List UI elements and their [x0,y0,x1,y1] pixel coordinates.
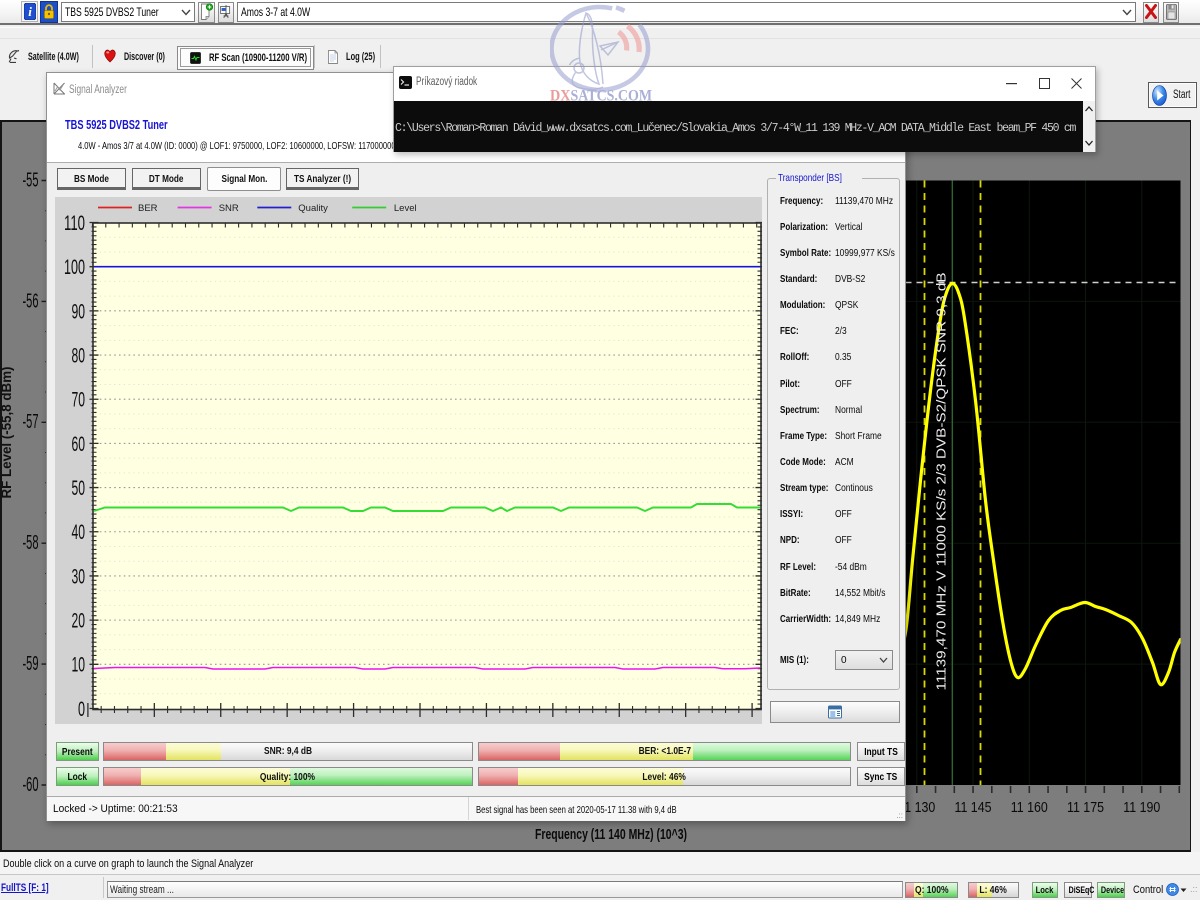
svg-text:40: 40 [72,521,86,544]
svg-text:SATCS.COM: SATCS.COM [571,88,653,105]
svg-text:100: 100 [64,256,85,279]
svg-text:-60: -60 [23,774,39,796]
svg-text:DX: DX [550,88,571,105]
svg-text:11 190: 11 190 [1123,800,1160,816]
svg-text:11 160: 11 160 [1011,800,1048,816]
svg-text:-56: -56 [23,290,39,312]
svg-text:-57: -57 [23,411,39,433]
svg-text:110: 110 [64,212,85,235]
svg-text:RF Level (-55,8 dBm): RF Level (-55,8 dBm) [2,367,14,499]
svg-text:30: 30 [72,565,86,588]
svg-text:-55: -55 [23,169,39,191]
svg-text:0: 0 [78,698,85,721]
svg-text:SNR: SNR [219,203,239,214]
svg-text:BER: BER [138,203,158,214]
svg-text:Level: Level [394,203,417,214]
svg-text:60: 60 [72,433,86,456]
svg-text:50: 50 [72,477,86,500]
svg-text:10: 10 [72,654,86,677]
svg-text:11 145: 11 145 [955,800,992,816]
svg-text:-59: -59 [23,653,39,675]
svg-text:11139,470 MHz V 11000 KS/s 2/3: 11139,470 MHz V 11000 KS/s 2/3 DVB-S2/QP… [934,273,949,691]
svg-text:Frequency (11 140 MHz) (10^3): Frequency (11 140 MHz) (10^3) [535,827,687,843]
svg-text:20: 20 [72,610,86,633]
svg-text:11 175: 11 175 [1067,800,1104,816]
svg-text:Quality: Quality [298,203,328,214]
svg-text:i: i [28,4,32,19]
svg-text:90: 90 [72,300,86,323]
svg-text:70: 70 [72,389,86,412]
svg-text:80: 80 [72,344,86,367]
svg-text:-58: -58 [23,532,39,554]
